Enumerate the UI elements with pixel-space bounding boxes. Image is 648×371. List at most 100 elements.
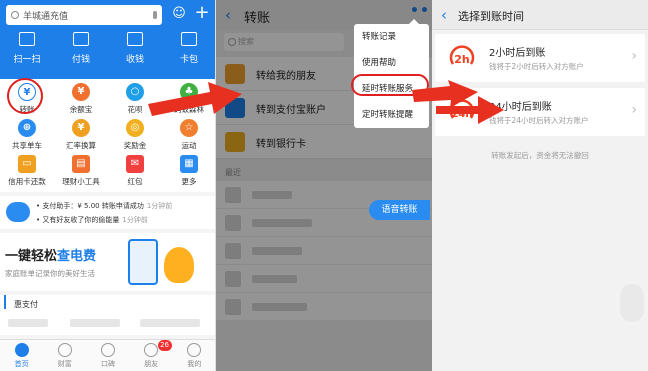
credit-card-icon: ▭: [18, 155, 36, 173]
grid-item-more[interactable]: ▦ 更多: [162, 155, 215, 187]
arrival-header: ‹ 选择到账时间: [432, 0, 648, 30]
grid-item-finance-tool[interactable]: ▤ 理财小工具: [54, 155, 108, 187]
home-icon: [14, 343, 29, 357]
grid-label: 信用卡还款: [8, 177, 46, 186]
tab-home[interactable]: 首页: [0, 340, 43, 371]
tab-friends[interactable]: 朋友 26: [130, 340, 173, 371]
exchange-icon: ¥: [72, 119, 90, 137]
electricity-banner[interactable]: 一键轻松查电费 家庭账单记录你的美好生活: [0, 233, 215, 291]
quick-label: 收钱: [125, 55, 144, 65]
search-icon: [11, 11, 19, 19]
tab-koubei[interactable]: 口碑: [86, 340, 129, 371]
friends-icon: [144, 343, 159, 357]
scan-icon: [19, 32, 35, 46]
microphone-icon[interactable]: [153, 11, 157, 19]
bulb-illustration: [164, 247, 194, 283]
search-text: 羊城通充值: [23, 11, 69, 22]
quick-pay[interactable]: 付钱: [54, 32, 108, 65]
notice-card[interactable]: • 支付助手：¥ 5.00 转账申请成功 1分钟前 • 又有好友收了你的偷能量 1分…: [0, 196, 215, 229]
option-title: 2小时后到账: [489, 48, 546, 59]
irrevocable-notice: 转账发起后，资金将无法撤回: [491, 151, 589, 160]
tab-label: 首页: [14, 360, 29, 368]
grid-item-exchange[interactable]: ¥ 汇率换算: [54, 119, 108, 151]
quick-card-bag[interactable]: 卡包: [162, 32, 215, 65]
receive-icon: [127, 32, 143, 46]
arrow-to-transfer-page: [148, 82, 242, 116]
tab-label: 我的: [187, 360, 202, 368]
grid-label: 更多: [181, 177, 197, 186]
tab-wealth[interactable]: 财富: [43, 340, 86, 371]
menu-item-help[interactable]: 使用帮助: [354, 50, 429, 76]
add-icon[interactable]: +: [194, 4, 210, 22]
card-bag-icon: [181, 32, 197, 46]
icon-text: 2h: [454, 53, 470, 66]
tab-label: 朋友: [144, 360, 159, 368]
more-icon: ▦: [180, 155, 198, 173]
blurred-item: [8, 319, 48, 327]
red-packet-icon: ✉: [126, 155, 144, 173]
tab-mine[interactable]: 我的: [173, 340, 215, 371]
grid-label: 共享单车: [12, 141, 42, 150]
tab-label: 财富: [57, 360, 72, 368]
blurred-item: [140, 319, 200, 327]
quick-label: 卡包: [179, 55, 198, 65]
grid-item-red-packet[interactable]: ✉ 红包: [108, 155, 162, 187]
quick-label: 扫一扫: [13, 55, 41, 65]
alipay-home-panel: 羊城通充值 ☺ + 扫一扫 付钱 收钱 卡包 ¥ 转账 ¥ 余额宝 ○ 花呗 ♣ 蚂蚁森…: [0, 0, 216, 371]
grid-label: 汇率换算: [66, 141, 96, 150]
arrival-time-panel: ‹ 选择到账时间 2h 2小时后到账 钱将于2小时后转入对方账户 › 24h 2…: [432, 0, 648, 371]
assistant-icon: [6, 202, 30, 222]
notice-time: 1分钟前: [122, 216, 148, 224]
notice-text: • 支付助手：¥ 5.00 转账申请成功: [36, 202, 144, 210]
clock-2h-icon: 2h: [449, 45, 475, 66]
option-2h[interactable]: 2h 2小时后到账 钱将于2小时后转入对方账户 ›: [435, 34, 645, 82]
grid-label: 理财小工具: [62, 177, 100, 186]
bottom-tab-bar: 首页 财富 口碑 朋友 26 我的: [0, 339, 215, 371]
grid-label: 奖励金: [123, 141, 147, 150]
grid-item-credit-card[interactable]: ▭ 信用卡还款: [0, 155, 54, 187]
yuebao-icon: ¥: [72, 83, 90, 101]
bike-icon: ⊕: [18, 119, 36, 137]
notice-time: 1分钟前: [146, 202, 173, 210]
notice-line: • 支付助手：¥ 5.00 转账申请成功 1分钟前: [36, 201, 215, 211]
floating-widget: [620, 284, 644, 322]
notice-text: • 又有好友收了你的偷能量: [36, 216, 120, 224]
finance-tool-icon: ▤: [72, 155, 90, 173]
chevron-right-icon: ›: [631, 102, 637, 118]
notification-badge: 26: [157, 340, 172, 351]
grid-label: 红包: [127, 177, 143, 186]
chevron-right-icon: ›: [631, 48, 637, 64]
menu-item-transfer-records[interactable]: 转账记录: [354, 24, 429, 50]
koubei-icon: [100, 343, 115, 357]
quick-label: 付钱: [71, 55, 90, 65]
page-title: 选择到账时间: [458, 10, 524, 23]
grid-label: 运动: [181, 141, 197, 150]
notice-line: • 又有好友收了你的偷能量 1分钟前: [36, 215, 215, 225]
pay-icon: [73, 32, 89, 46]
wealth-icon: [57, 343, 72, 357]
reward-icon: ◎: [126, 119, 144, 137]
section-title: 惠支付: [4, 295, 215, 309]
voice-transfer-button[interactable]: 语音转账: [369, 200, 430, 220]
banner-title-text: 一键轻松: [5, 249, 58, 264]
option-subtitle: 钱将于2小时后转入对方账户: [489, 62, 584, 71]
home-header: 羊城通充值 ☺ + 扫一扫 付钱 收钱 卡包: [0, 0, 215, 79]
transfer-panel: ‹ 转账 ••• 搜索 转给我的朋友 转到支付宝账户 转到银行卡 最近 转账记录…: [216, 0, 432, 371]
quick-actions: 扫一扫 付钱 收钱 卡包: [0, 32, 215, 65]
home-search-bar[interactable]: 羊城通充值: [6, 5, 162, 25]
grid-item-yuebao[interactable]: ¥ 余额宝: [54, 83, 108, 115]
back-icon[interactable]: ‹: [441, 6, 447, 24]
contacts-icon[interactable]: ☺: [171, 6, 187, 22]
phone-illustration: [128, 239, 158, 285]
grid-item-bike[interactable]: ⊕ 共享单车: [0, 119, 54, 151]
hui-pay-section: 惠支付: [0, 295, 215, 335]
huabei-icon: ○: [126, 83, 144, 101]
blurred-item: [70, 319, 120, 327]
tab-label: 口碑: [100, 360, 115, 368]
quick-receive[interactable]: 收钱: [108, 32, 162, 65]
mine-icon: [187, 343, 202, 357]
grid-label: 余额宝: [69, 105, 93, 114]
transfer-highlight-circle: [7, 78, 43, 114]
quick-scan[interactable]: 扫一扫: [0, 32, 54, 65]
banner-title-highlight: 查电费: [57, 249, 97, 264]
